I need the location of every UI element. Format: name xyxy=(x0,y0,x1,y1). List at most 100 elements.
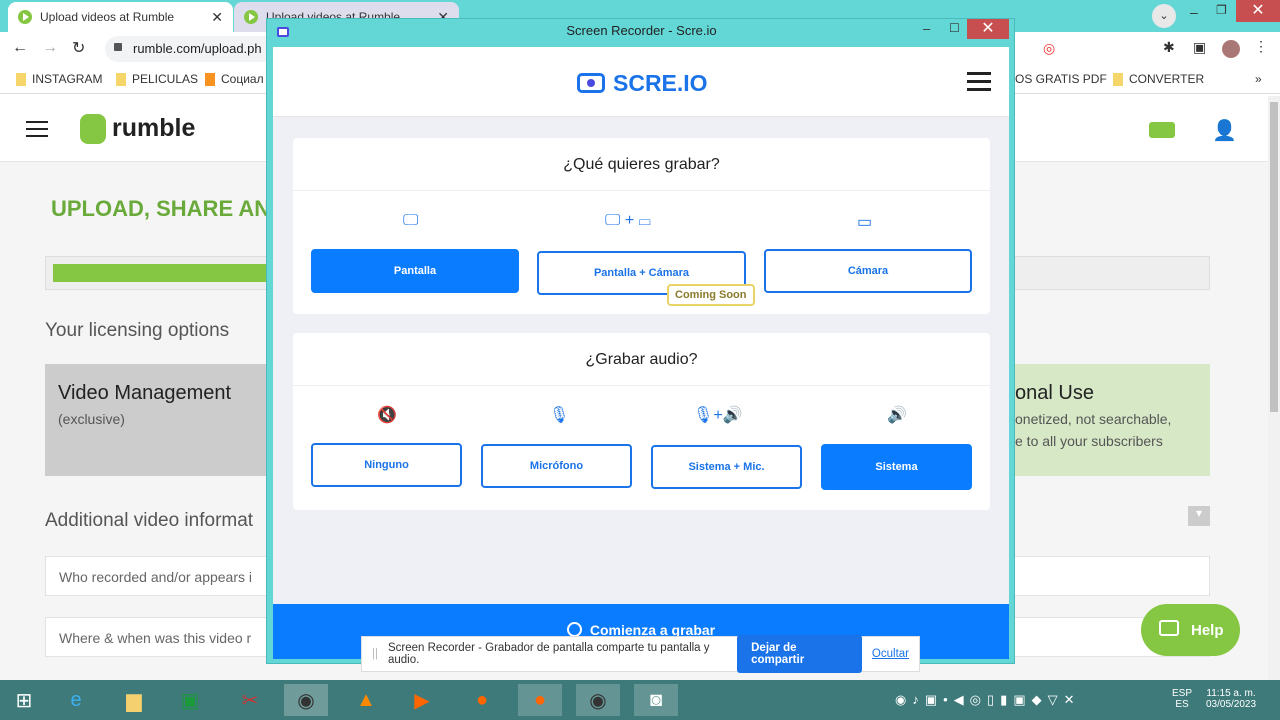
bookmark-label: PELICULAS xyxy=(132,72,199,86)
tab-search-button[interactable]: ⌄ xyxy=(1152,4,1176,28)
minimize-button[interactable]: – xyxy=(1190,4,1198,20)
vlc-icon[interactable]: ▲ xyxy=(344,684,388,716)
screen-recorder-icon[interactable]: ◙ xyxy=(634,684,678,716)
bookmark-instagram[interactable]: INSTAGRAM xyxy=(16,72,102,86)
option-desc: e to all your subscribers xyxy=(1015,433,1163,449)
extensions-puzzle-icon[interactable]: ✱ xyxy=(1163,39,1175,56)
user-icon[interactable]: 👤 xyxy=(1212,118,1237,143)
coming-soon-tooltip: Coming Soon xyxy=(667,284,755,306)
rumble-logo[interactable]: rumble xyxy=(112,114,195,143)
mute-icon: 🔇 xyxy=(377,407,397,424)
ninguno-button[interactable]: Ninguno xyxy=(311,443,462,487)
forward-icon[interactable]: → xyxy=(42,39,58,57)
pantalla-button[interactable]: Pantalla xyxy=(311,249,519,293)
page-heading: UPLOAD, SHARE AN xyxy=(51,196,271,221)
more-bookmarks[interactable]: » xyxy=(1255,72,1262,86)
hamburger-menu-icon[interactable] xyxy=(26,116,48,142)
bookmark-social[interactable]: Социал xyxy=(205,72,264,86)
maximize-button[interactable]: ☐ xyxy=(949,21,960,35)
option-title: Video Management xyxy=(58,382,232,404)
stop-sharing-button[interactable]: Dejar de compartir xyxy=(737,635,862,673)
audio-question: ¿Grabar audio? xyxy=(293,333,990,386)
hide-link[interactable]: Ocultar xyxy=(872,648,909,660)
close-tab-icon[interactable]: ✕ xyxy=(211,9,223,26)
screio-logo: SCRE.IO xyxy=(613,70,708,96)
restore-button[interactable]: ❐ xyxy=(1216,3,1227,17)
bookmark-pdf[interactable]: OS GRATIS PDF xyxy=(1015,72,1107,86)
back-icon[interactable]: ← xyxy=(12,39,28,57)
snipping-tool-icon[interactable]: ✂ xyxy=(228,684,272,716)
sistema-button[interactable]: Sistema xyxy=(821,444,972,490)
microfono-button[interactable]: Micrófono xyxy=(481,444,632,488)
side-panel-icon[interactable]: ▣ xyxy=(1193,39,1206,56)
folder-icon xyxy=(16,72,26,86)
screio-logo-icon xyxy=(577,73,605,93)
bookmark-label: CONVERTER xyxy=(1129,72,1205,86)
recorder-header: SCRE.IO xyxy=(273,47,1009,117)
start-windows-icon[interactable]: ⊞ xyxy=(2,684,46,716)
lock-icon[interactable] xyxy=(114,43,122,51)
reload-icon[interactable]: ↻ xyxy=(72,38,85,58)
system-tray-icons[interactable]: ◉♪▣•◀◎▯▮▣◆▽✕ xyxy=(895,692,1081,708)
sharing-notification-bar: || Screen Recorder - Grabador de pantall… xyxy=(361,635,920,673)
help-button[interactable]: Help xyxy=(1141,604,1240,656)
bookmark-label: OS GRATIS PDF xyxy=(1015,72,1107,86)
chevron-down-icon[interactable]: ▾ xyxy=(1188,506,1210,526)
monitor-plus-camera-icon: 🖵 + ▭ xyxy=(605,212,651,229)
folder-icon xyxy=(116,72,126,86)
extension-icon[interactable]: ◎ xyxy=(1043,40,1055,57)
store-icon[interactable]: ▣ xyxy=(168,684,212,716)
rumble-favicon-icon xyxy=(244,10,258,24)
sistema-mic-button[interactable]: Sistema + Mic. xyxy=(651,445,802,489)
screen-recorder-window: Screen Recorder - Scre.io – ☐ ✕ SCRE.IO … xyxy=(266,18,1015,664)
option-desc: onetized, not searchable, xyxy=(1015,411,1172,427)
menu-icon[interactable]: ⋮ xyxy=(1254,38,1268,55)
video-management-option[interactable]: Video Management (exclusive) xyxy=(45,364,266,476)
audio-source-card: ¿Grabar audio? 🔇 🎙 🎙+🔊 🔊 Ninguno Micrófo… xyxy=(293,333,990,510)
camara-button[interactable]: Cámara xyxy=(764,249,972,293)
recorder-body: SCRE.IO ¿Qué quieres grabar? 🖵 🖵 + ▭ ▭ P… xyxy=(273,47,1009,659)
taskbar: ⊞ e ▆ ▣ ✂ ◉ ▲ ▶ ● ● ◉ ◙ ◉♪▣•◀◎▯▮▣◆▽✕ ESP… xyxy=(0,680,1280,720)
chat-icon xyxy=(1159,620,1179,636)
media-player-icon[interactable]: ▶ xyxy=(400,684,444,716)
bookmark-label: INSTAGRAM xyxy=(32,72,103,86)
option-sub: (exclusive) xyxy=(58,411,125,427)
video-question: ¿Qué quieres grabar? xyxy=(293,138,990,191)
drag-handle-icon[interactable]: || xyxy=(372,648,378,660)
ok-icon xyxy=(205,72,215,86)
microphone-icon: 🎙 xyxy=(549,407,570,424)
clock[interactable]: 11:15 a. m. 03/05/2023 xyxy=(1206,688,1256,710)
chrome-icon-2[interactable]: ◉ xyxy=(576,684,620,716)
lang2: ES xyxy=(1175,699,1189,710)
firefox-icon-2[interactable]: ● xyxy=(518,684,562,716)
personal-use-option[interactable]: onal Use onetized, not searchable, e to al… xyxy=(1015,364,1210,476)
video-source-card: ¿Qué quieres grabar? 🖵 🖵 + ▭ ▭ Pantalla … xyxy=(293,138,990,314)
speaker-icon: 🔊 xyxy=(887,407,907,424)
minimize-button[interactable]: – xyxy=(923,21,930,36)
close-window-button[interactable]: ✕ xyxy=(1236,0,1280,22)
tab-upload-1[interactable]: Upload videos at Rumble ✕ xyxy=(8,2,233,32)
bookmark-converter[interactable]: CONVERTER xyxy=(1113,72,1204,86)
monitor-icon: 🖵 xyxy=(403,212,419,229)
page-scrollbar[interactable] xyxy=(1268,96,1280,680)
upload-video-icon[interactable] xyxy=(1149,122,1175,138)
help-label: Help xyxy=(1191,622,1224,639)
file-explorer-icon[interactable]: ▆ xyxy=(112,684,156,716)
hamburger-menu-icon[interactable] xyxy=(967,67,991,96)
url-input[interactable]: rumble.com/upload.ph xyxy=(105,36,266,62)
chrome-icon[interactable]: ◉ xyxy=(284,684,328,716)
lang1: ESP xyxy=(1172,688,1193,699)
camera-icon: ▭ xyxy=(857,214,873,231)
progress-fill xyxy=(53,264,274,282)
sharing-text: Screen Recorder - Grabador de pantalla c… xyxy=(387,642,710,666)
close-button[interactable]: ✕ xyxy=(967,19,1009,39)
rumble-favicon-icon xyxy=(18,10,32,24)
ie-icon[interactable]: e xyxy=(54,684,98,716)
avatar[interactable] xyxy=(1222,40,1240,58)
firefox-icon[interactable]: ● xyxy=(460,684,504,716)
language-indicator[interactable]: ESP ES xyxy=(1172,688,1192,710)
rumble-logo-icon xyxy=(80,114,106,144)
date: 03/05/2023 xyxy=(1206,699,1257,710)
mic-plus-speaker-icon: 🎙+🔊 xyxy=(693,407,743,424)
bookmark-peliculas[interactable]: PELICULAS xyxy=(116,72,198,86)
